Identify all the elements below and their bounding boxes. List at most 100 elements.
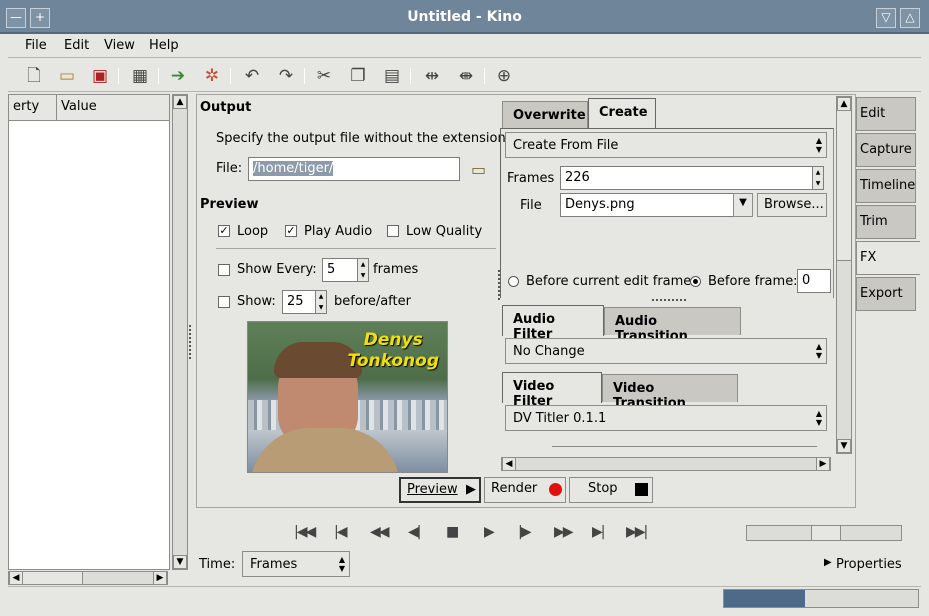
side-tab-capture[interactable]: Capture — [856, 133, 916, 167]
side-tab-export[interactable]: Export — [856, 277, 916, 311]
split-icon[interactable]: ⇼ — [454, 65, 478, 87]
tab-create[interactable]: Create — [588, 98, 656, 129]
copy-icon[interactable]: ❐ — [346, 65, 370, 87]
slider-thumb[interactable] — [811, 526, 841, 540]
file-combo-input[interactable]: Denys.png — [560, 193, 734, 217]
menu-bar: File Edit View Help — [8, 34, 921, 58]
export-arrow-icon[interactable]: ➔ — [166, 65, 190, 87]
frames-input[interactable]: 226 — [560, 166, 813, 190]
loop-label: Loop — [237, 224, 268, 239]
before-current-radio[interactable] — [508, 276, 519, 287]
show-spinner[interactable]: ▲▼ — [315, 290, 327, 314]
fx-scroll-up-icon[interactable]: ▲ — [837, 97, 851, 111]
fx-scroll-thumb[interactable] — [837, 111, 851, 261]
tab-video-filter[interactable]: Video Filter — [502, 372, 602, 403]
shade-icon[interactable]: ▽ — [876, 8, 896, 28]
menu-view[interactable]: View — [104, 38, 135, 53]
play-audio-checkbox[interactable]: ✓ — [285, 225, 297, 237]
before-frame-radio[interactable] — [690, 276, 701, 287]
show-checkbox[interactable] — [218, 296, 230, 308]
updown-icon-audio: ▲▼ — [816, 342, 822, 360]
column-value[interactable]: Value — [57, 95, 170, 121]
rewind-icon[interactable]: ◀◀ — [370, 524, 388, 540]
start-icon[interactable]: |◀◀ — [294, 524, 314, 540]
fx-scroll-down-icon[interactable]: ▼ — [837, 439, 851, 453]
output-file-input[interactable]: /home/tiger/ — [248, 157, 460, 181]
end-icon[interactable]: ▶▶| — [626, 524, 646, 540]
preview-image: Denys Tonkonog — [247, 321, 448, 473]
save-icon[interactable]: ▣ — [88, 65, 112, 87]
tab-audio-filter[interactable]: Audio Filter — [502, 305, 604, 336]
effects-icon[interactable]: ✲ — [200, 65, 224, 87]
show-every-checkbox[interactable] — [218, 264, 230, 276]
side-tab-timeline[interactable]: Timeline — [856, 169, 916, 203]
tab-audio-transition[interactable]: Audio Transition — [604, 307, 741, 335]
fx-horizontal-scrollbar[interactable]: ◀ ▶ — [501, 457, 831, 471]
updown-icon-time: ▲▼ — [339, 555, 345, 573]
properties-toggle[interactable]: Properties — [836, 557, 902, 572]
column-property[interactable]: erty — [9, 95, 57, 121]
paste-icon[interactable]: ▤ — [380, 65, 404, 87]
back-frame-icon[interactable]: ◀| — [408, 524, 419, 540]
redo-icon[interactable]: ↷ — [274, 65, 298, 87]
pane-handle-top[interactable] — [652, 299, 686, 301]
new-file-icon[interactable]: 🗋 — [22, 65, 46, 87]
video-filter-combo[interactable]: DV Titler 0.1.1▲▼ — [505, 405, 827, 431]
fx-vertical-scrollbar[interactable]: ▲ ▼ — [836, 96, 852, 454]
property-panel: erty Value — [8, 94, 170, 570]
expander-arrow-icon[interactable]: ▶ — [824, 557, 832, 568]
play-transport-icon[interactable]: ▶ — [484, 524, 493, 540]
frames-label: Frames — [507, 171, 554, 186]
scroll-left-icon[interactable]: ◀ — [9, 571, 23, 585]
file-dropdown-icon[interactable]: ▼ — [733, 193, 753, 217]
pane-handle[interactable] — [189, 325, 193, 359]
progress-bar — [723, 589, 919, 608]
cut-icon[interactable]: ✂ — [312, 65, 336, 87]
scroll-right-icon[interactable]: ▶ — [153, 571, 167, 585]
menu-help[interactable]: Help — [149, 38, 179, 53]
low-quality-checkbox[interactable] — [387, 225, 399, 237]
folder-icon[interactable]: ▭ — [471, 160, 486, 179]
side-tab-trim[interactable]: Trim — [856, 205, 916, 239]
tab-video-transition[interactable]: Video Transition — [602, 374, 738, 402]
side-tab-fx[interactable]: FX — [856, 241, 920, 275]
scroll-thumb[interactable] — [23, 572, 83, 584]
forward-frame-icon[interactable]: |▶ — [518, 524, 529, 540]
render-button[interactable]: Render — [484, 477, 566, 503]
zoom-icon[interactable]: ⊕ — [492, 65, 516, 87]
frames-spinner[interactable]: ▲▼ — [812, 166, 824, 190]
open-folder-icon[interactable]: ▭ — [55, 65, 79, 87]
menu-edit[interactable]: Edit — [64, 38, 89, 53]
preview-heading: Preview — [200, 197, 259, 212]
menu-file[interactable]: File — [25, 38, 47, 53]
stop-transport-icon[interactable]: ■ — [446, 524, 457, 540]
show-input[interactable]: 25 — [282, 290, 316, 314]
loop-checkbox[interactable]: ✓ — [218, 225, 230, 237]
tab-overwrite[interactable]: Overwrite — [502, 101, 588, 129]
show-every-input[interactable]: 5 — [322, 258, 358, 282]
undo-icon[interactable]: ↶ — [240, 65, 264, 87]
show-every-spinner[interactable]: ▲▼ — [357, 258, 369, 282]
browse-button[interactable]: Browse... — [757, 193, 827, 217]
scroll-up-icon[interactable]: ▲ — [173, 95, 187, 109]
left-vertical-scrollbar[interactable]: ▲ ▼ — [172, 94, 188, 570]
side-tab-edit[interactable]: Edit — [856, 97, 916, 131]
create-mode-combo[interactable]: Create From File▲▼ — [505, 132, 827, 158]
prev-scene-icon[interactable]: |◀ — [334, 524, 345, 540]
stop-button[interactable]: Stop — [569, 477, 653, 503]
sweater-shape — [250, 428, 400, 473]
join-icon[interactable]: ⇹ — [420, 65, 444, 87]
before-frame-input[interactable]: 0 — [797, 269, 831, 293]
fast-forward-icon[interactable]: ▶▶ — [554, 524, 572, 540]
fx-scroll-left-icon[interactable]: ◀ — [502, 457, 516, 471]
preview-button[interactable]: Preview▶ — [399, 477, 481, 503]
position-slider[interactable] — [746, 525, 902, 541]
left-horizontal-scrollbar[interactable]: ◀ ▶ — [8, 571, 168, 585]
fx-scroll-right-icon[interactable]: ▶ — [816, 457, 830, 471]
scroll-down-icon[interactable]: ▼ — [173, 555, 187, 569]
audio-filter-combo[interactable]: No Change▲▼ — [505, 338, 827, 364]
camera-icon[interactable]: ▦ — [128, 65, 152, 87]
next-scene-icon[interactable]: ▶| — [592, 524, 603, 540]
time-mode-combo[interactable]: Frames▲▼ — [242, 551, 350, 577]
raise-icon[interactable]: △ — [900, 8, 920, 28]
